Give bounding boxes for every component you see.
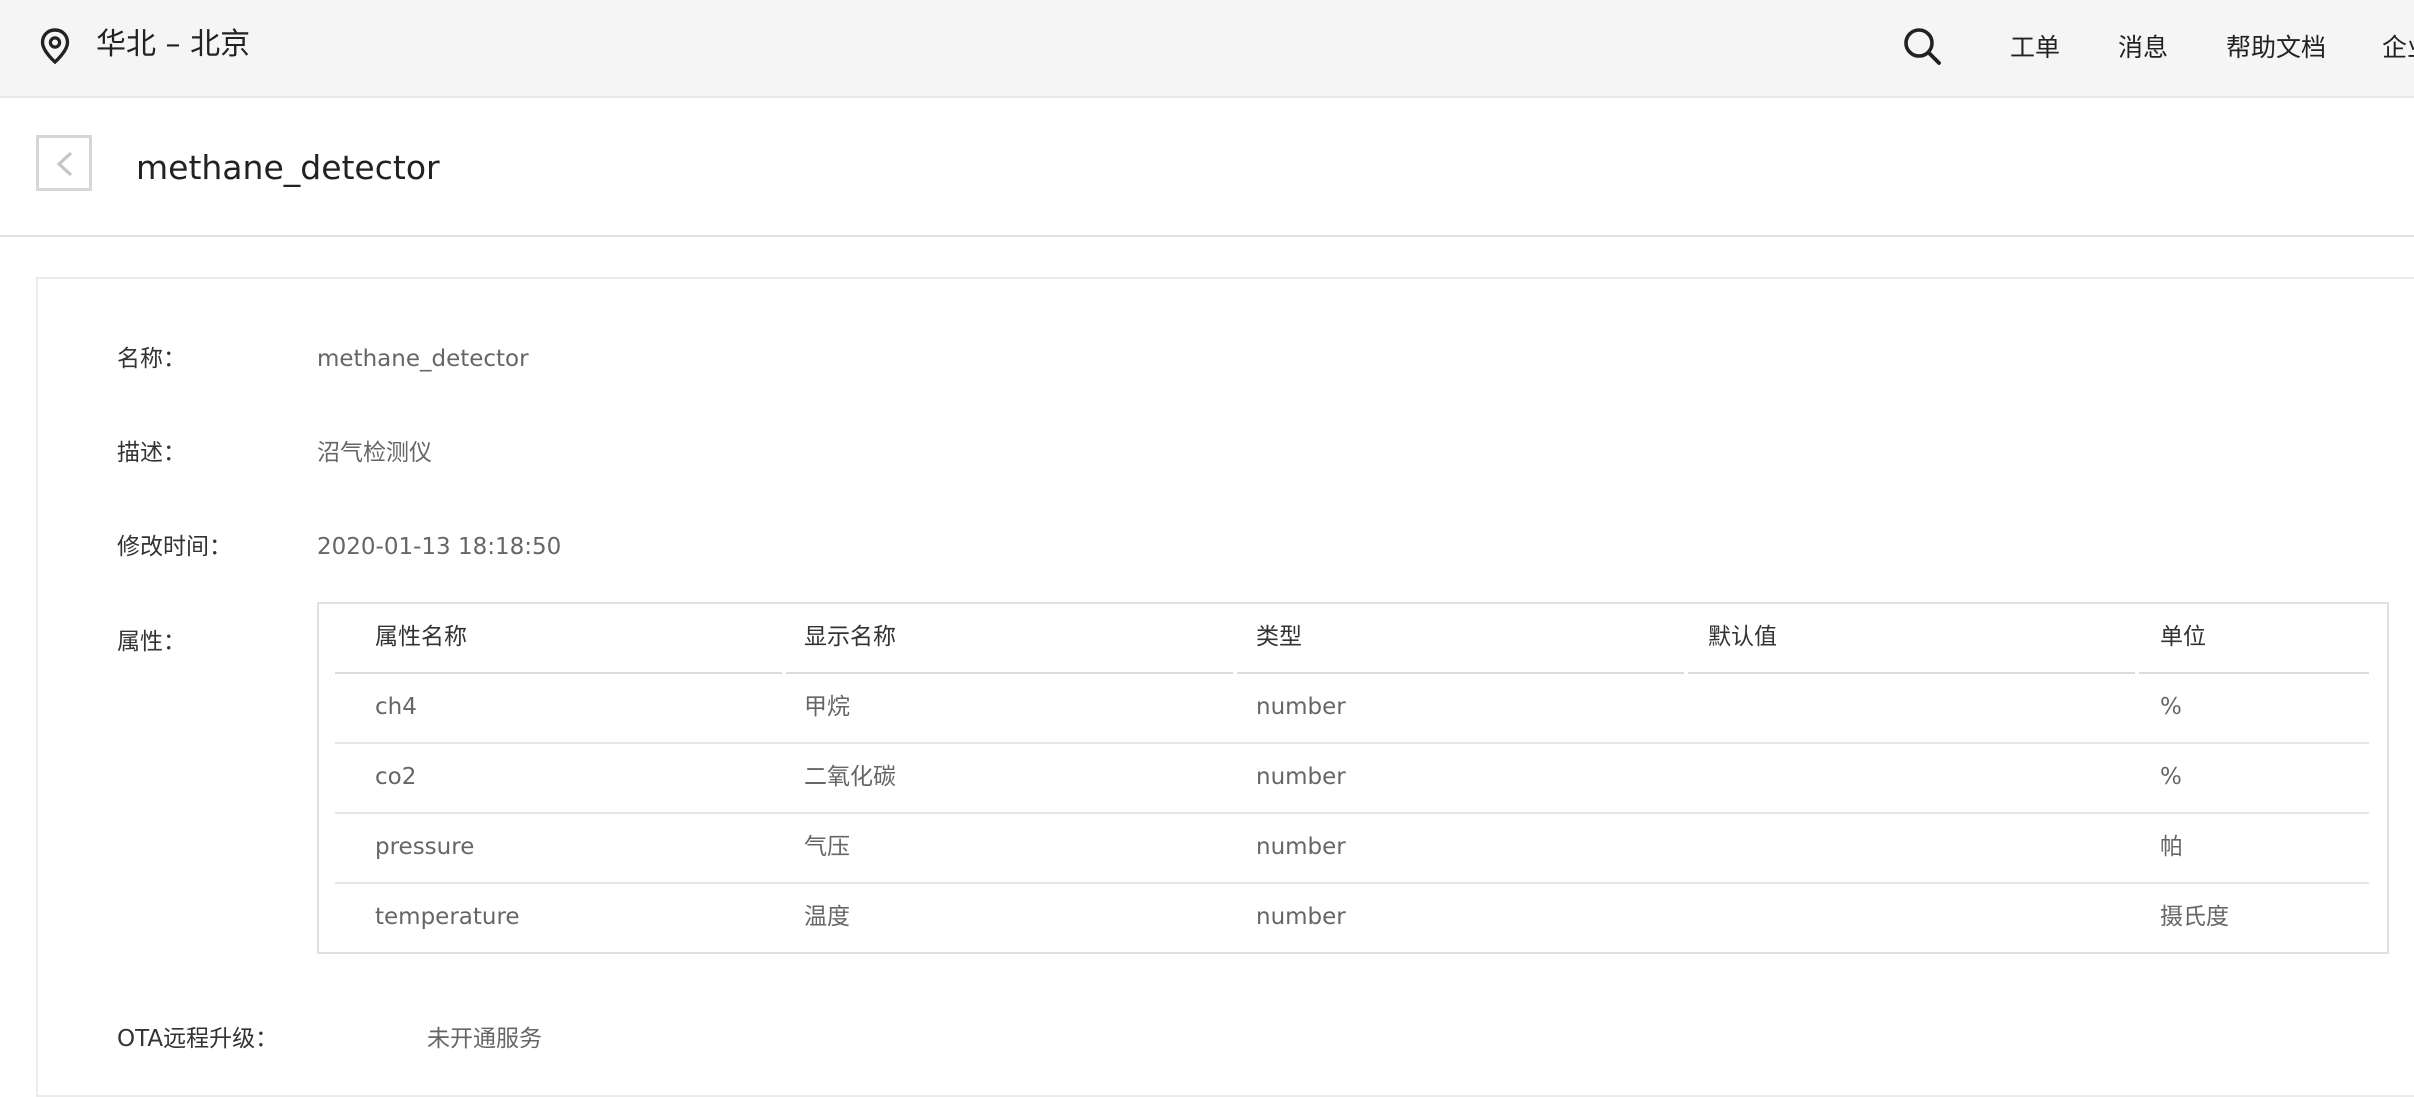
cell-type: number bbox=[1256, 764, 1346, 790]
column-header-unit: 单位 bbox=[2160, 624, 2206, 650]
row-divider bbox=[335, 742, 2369, 744]
region-selector[interactable]: 华北 – 北京 bbox=[96, 24, 250, 66]
nav-help-docs[interactable]: 帮助文档 bbox=[2226, 30, 2326, 66]
cell-type: number bbox=[1256, 904, 1346, 930]
cell-property-name: ch4 bbox=[375, 694, 417, 720]
cell-display-name: 二氧化碳 bbox=[804, 764, 896, 790]
cell-display-name: 气压 bbox=[804, 834, 850, 860]
cell-type: number bbox=[1256, 834, 1346, 860]
header-underline bbox=[335, 672, 782, 674]
properties-label: 属性： bbox=[117, 629, 186, 655]
header-underline bbox=[1688, 672, 2135, 674]
cell-property-name: pressure bbox=[375, 834, 475, 860]
modified-time-value: 2020-01-13 18:18:50 bbox=[317, 534, 562, 560]
nav-ticket[interactable]: 工单 bbox=[2010, 30, 2060, 66]
cell-display-name: 温度 bbox=[804, 904, 850, 930]
properties-table: 属性名称 显示名称 类型 默认值 单位 ch4 甲烷 number % co2 … bbox=[317, 602, 2389, 954]
column-header-default-value: 默认值 bbox=[1708, 624, 1777, 650]
page-title: methane_detector bbox=[136, 148, 440, 187]
column-header-type: 类型 bbox=[1256, 624, 1302, 650]
header-divider bbox=[0, 235, 2414, 237]
description-label: 描述： bbox=[117, 440, 186, 466]
top-bar: 华北 – 北京 工单 消息 帮助文档 企业 bbox=[0, 0, 2414, 98]
chevron-left-icon bbox=[56, 151, 73, 177]
location-pin-icon bbox=[40, 28, 70, 65]
nav-enterprise[interactable]: 企业 bbox=[2382, 30, 2414, 66]
cell-property-name: temperature bbox=[375, 904, 520, 930]
row-divider bbox=[335, 812, 2369, 814]
name-value: methane_detector bbox=[317, 346, 529, 372]
cell-unit: % bbox=[2160, 764, 2182, 790]
modified-time-label: 修改时间： bbox=[117, 534, 232, 560]
cell-type: number bbox=[1256, 694, 1346, 720]
header-underline bbox=[2139, 672, 2369, 674]
cell-unit: % bbox=[2160, 694, 2182, 720]
back-button[interactable] bbox=[36, 135, 92, 191]
description-value: 沼气检测仪 bbox=[317, 440, 432, 466]
cell-unit: 帕 bbox=[2160, 834, 2183, 860]
row-divider bbox=[335, 882, 2369, 884]
column-header-property-name: 属性名称 bbox=[375, 624, 467, 650]
cell-property-name: co2 bbox=[375, 764, 417, 790]
ota-upgrade-label: OTA远程升级： bbox=[117, 1026, 279, 1052]
cell-display-name: 甲烷 bbox=[804, 694, 850, 720]
name-label: 名称： bbox=[117, 346, 186, 372]
header-underline bbox=[1237, 672, 1684, 674]
search-icon[interactable] bbox=[1902, 26, 1942, 66]
ota-upgrade-value: 未开通服务 bbox=[427, 1026, 542, 1052]
nav-messages[interactable]: 消息 bbox=[2118, 30, 2168, 66]
column-header-display-name: 显示名称 bbox=[804, 624, 896, 650]
header-underline bbox=[786, 672, 1233, 674]
cell-unit: 摄氏度 bbox=[2160, 904, 2229, 930]
